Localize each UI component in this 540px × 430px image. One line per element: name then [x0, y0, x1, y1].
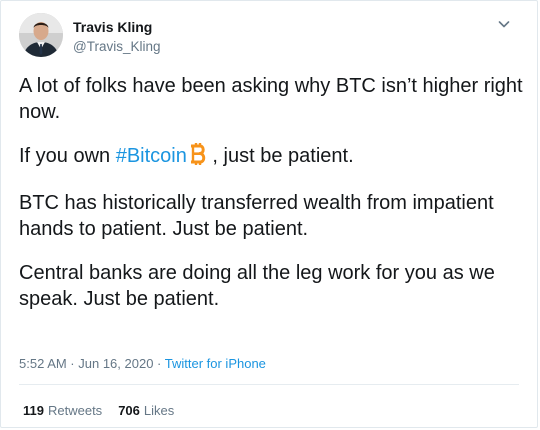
- likes-count: 706: [118, 403, 140, 418]
- author-name[interactable]: Travis Kling: [73, 19, 152, 35]
- retweets-stat[interactable]: 119 Retweets: [23, 403, 102, 418]
- tweet-paragraph: BTC has historically transferred wealth …: [19, 192, 494, 240]
- chevron-down-icon[interactable]: [497, 17, 511, 31]
- tweet-timestamp[interactable]: 5:52 AM · Jun 16, 2020 ·: [19, 356, 165, 371]
- likes-label: Likes: [143, 403, 175, 418]
- retweets-count: 119: [23, 403, 44, 418]
- tweet-paragraph: Central banks are doing all the leg work…: [19, 262, 495, 310]
- avatar[interactable]: [19, 13, 63, 57]
- tweet-stats: 119 Retweets 706 Likes: [23, 403, 190, 418]
- tweet-text: A lot of folks have been asking why BTC …: [19, 73, 524, 312]
- tweet-paragraph: If you own #Bitcoin , just be patient.: [19, 143, 524, 172]
- tweet-metadata: 5:52 AM · Jun 16, 2020 · Twitter for iPh…: [19, 356, 266, 371]
- tweet-text-segment: , just be patient.: [206, 145, 354, 167]
- tweet-paragraph: A lot of folks have been asking why BTC …: [19, 75, 523, 123]
- tweet-text-segment: If you own: [19, 145, 116, 167]
- tweet-card: Travis Kling @Travis_Kling A lot of folk…: [0, 0, 538, 428]
- hashtag-link[interactable]: #Bitcoin: [116, 145, 187, 167]
- bitcoin-emoji-icon: [189, 143, 207, 172]
- likes-stat[interactable]: 706 Likes: [118, 403, 174, 418]
- avatar-image: [19, 13, 63, 57]
- author-handle[interactable]: @Travis_Kling: [73, 39, 160, 54]
- retweets-label: Retweets: [47, 403, 103, 418]
- tweet-header: Travis Kling @Travis_Kling: [19, 13, 519, 65]
- divider: [19, 384, 519, 385]
- tweet-source-link[interactable]: Twitter for iPhone: [165, 356, 266, 371]
